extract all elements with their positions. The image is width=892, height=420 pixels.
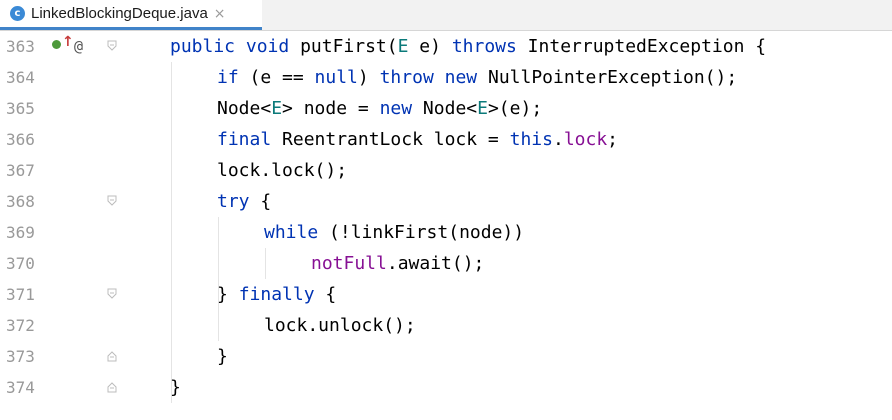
code-text: if (e == null) throw new NullPointerExce… xyxy=(217,67,738,88)
close-icon[interactable]: × xyxy=(214,6,226,22)
code-line: 364 if (e == null) throw new NullPointer… xyxy=(0,62,892,93)
code-line: 363 ↑ @ public void putFirst(E e) throws… xyxy=(0,31,892,62)
code-text: } finally { xyxy=(217,284,337,305)
code-line: 374 } xyxy=(0,372,892,403)
tab-linkedblockingdeque[interactable]: c LinkedBlockingDeque.java × xyxy=(0,0,262,30)
code-line: 365 Node<E> node = new Node<E>(e); xyxy=(0,93,892,124)
code-line: 372 lock.unlock(); xyxy=(0,310,892,341)
line-number: 364 xyxy=(6,68,35,87)
code-line: 373 } xyxy=(0,341,892,372)
code-text: public void putFirst(E e) throws Interru… xyxy=(170,36,767,57)
code-line: 366 final ReentrantLock lock = this.lock… xyxy=(0,124,892,155)
code-text: while (!linkFirst(node)) xyxy=(264,222,525,243)
code-text: notFull.await(); xyxy=(311,253,485,274)
line-number: 367 xyxy=(6,161,35,180)
code-text: lock.lock(); xyxy=(217,160,348,181)
line-number: 371 xyxy=(6,285,35,304)
code-text: try { xyxy=(217,191,272,212)
java-class-icon: c xyxy=(10,6,25,21)
line-number: 370 xyxy=(6,254,35,273)
implementation-marker-icon[interactable] xyxy=(52,40,61,49)
fold-open-icon[interactable] xyxy=(107,40,117,52)
code-line: 368 try { xyxy=(0,186,892,217)
code-text: } xyxy=(170,377,181,398)
code-editor[interactable]: 363 ↑ @ public void putFirst(E e) throws… xyxy=(0,31,892,420)
line-number: 363 xyxy=(6,37,35,56)
fold-end-icon[interactable] xyxy=(107,350,117,362)
line-number: 365 xyxy=(6,99,35,118)
code-text: } xyxy=(217,346,228,367)
tab-title: LinkedBlockingDeque.java xyxy=(31,5,208,22)
line-number: 366 xyxy=(6,130,35,149)
code-line: 369 while (!linkFirst(node)) xyxy=(0,217,892,248)
annotation-marker-icon[interactable]: @ xyxy=(74,31,83,62)
editor-tab-bar: c LinkedBlockingDeque.java × xyxy=(0,0,892,31)
line-number: 374 xyxy=(6,378,35,397)
line-number: 372 xyxy=(6,316,35,335)
line-number: 368 xyxy=(6,192,35,211)
line-number: 373 xyxy=(6,347,35,366)
code-line: 371 } finally { xyxy=(0,279,892,310)
fold-open-icon[interactable] xyxy=(107,288,117,300)
line-number: 369 xyxy=(6,223,35,242)
fold-end-icon[interactable] xyxy=(107,381,117,393)
code-line: 367 lock.lock(); xyxy=(0,155,892,186)
code-text: lock.unlock(); xyxy=(264,315,416,336)
code-text: Node<E> node = new Node<E>(e); xyxy=(217,98,543,119)
override-arrow-icon[interactable]: ↑ xyxy=(62,35,74,49)
fold-open-icon[interactable] xyxy=(107,195,117,207)
code-text: final ReentrantLock lock = this.lock; xyxy=(217,129,619,150)
code-line: 370 notFull.await(); xyxy=(0,248,892,279)
